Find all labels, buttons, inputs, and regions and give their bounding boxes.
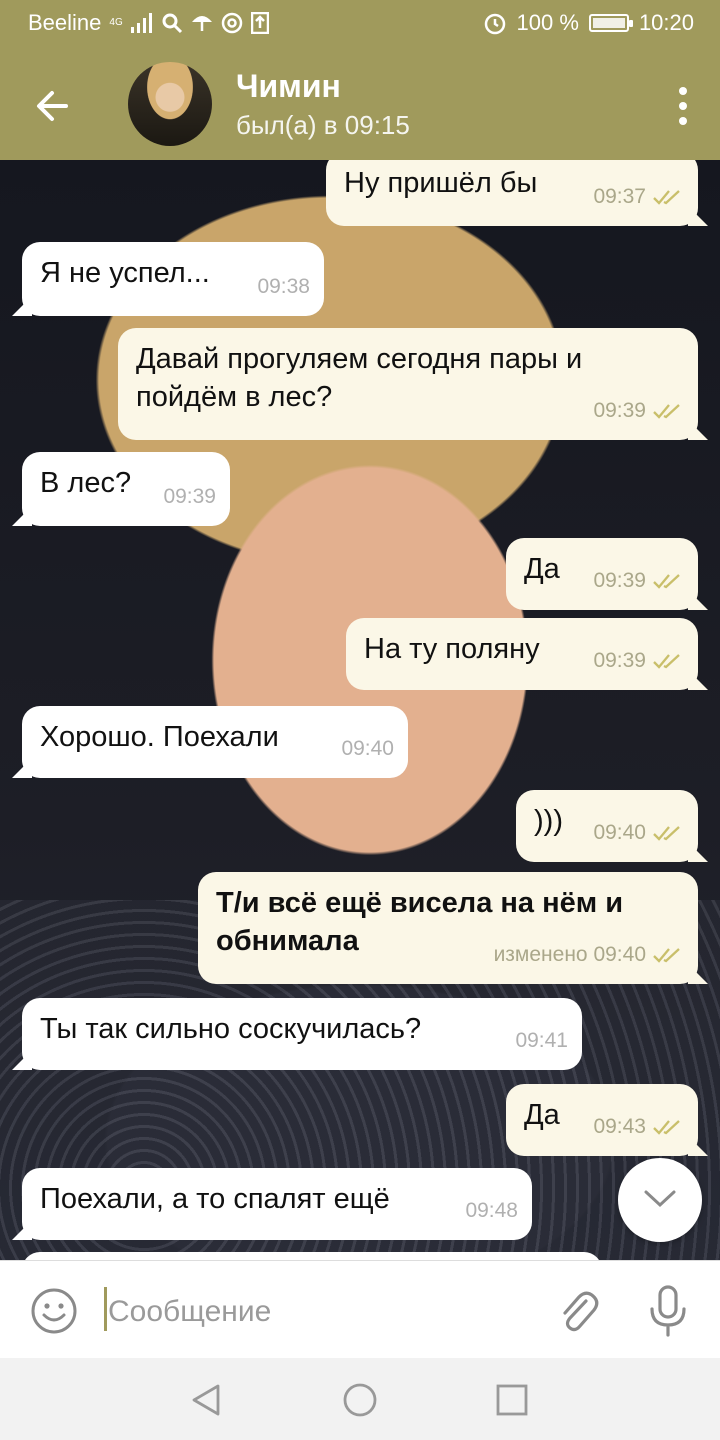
message-time: 09:40 — [341, 737, 394, 760]
double-check-icon — [653, 654, 680, 669]
message-bubble[interactable]: Ты так сильно соскучилась? 09:41 — [22, 998, 582, 1070]
back-arrow-icon[interactable] — [30, 84, 74, 128]
avatar[interactable] — [128, 62, 212, 146]
message-bubble-partial[interactable] — [22, 1252, 602, 1260]
clock: 10:20 — [638, 10, 694, 35]
battery-icon — [588, 14, 633, 32]
alarm-icon — [484, 13, 505, 35]
message-time: изменено 09:40 — [493, 943, 646, 966]
message-text: Хорошо. Поехали — [40, 721, 279, 753]
message-bubble[interactable]: В лес? 09:39 — [22, 452, 230, 526]
nav-recents-icon[interactable] — [494, 1382, 530, 1418]
message-bubble[interactable]: Поехали, а то спалят ещё 09:48 — [22, 1168, 532, 1240]
message-bubble[interactable]: Ну пришёл бы 09:37 — [326, 160, 698, 226]
message-bubble[interactable]: Хорошо. Поехали 09:40 — [22, 706, 408, 778]
message-time: 09:41 — [515, 1029, 568, 1052]
message-text: Поехали, а то спалят ещё — [40, 1183, 390, 1215]
signal-icon — [130, 13, 152, 33]
microphone-icon[interactable] — [648, 1285, 688, 1337]
message-time: 09:39 — [163, 485, 216, 508]
message-bubble[interactable]: Т/и всё ещё висела на нём и обнимала изм… — [198, 872, 698, 984]
double-check-icon — [653, 190, 680, 205]
nav-home-icon[interactable] — [342, 1382, 378, 1418]
message-time: 09:48 — [465, 1199, 518, 1222]
message-bubble[interactable]: Да 09:39 — [506, 538, 698, 610]
status-bar: Beeline 4G 100 % 10:20 — [0, 0, 720, 48]
chat-background[interactable]: Ну пришёл бы 09:37 Я не успел... 09:38 Д… — [0, 160, 720, 1260]
contact-name[interactable]: Чимин — [236, 68, 341, 105]
message-input[interactable] — [106, 1289, 530, 1335]
search-icon — [162, 13, 182, 34]
double-check-icon — [653, 948, 680, 963]
network-type-label: 4G — [109, 17, 123, 28]
message-bubble[interactable]: ))) 09:40 — [516, 790, 698, 862]
message-bubble[interactable]: Я не успел... 09:38 — [22, 242, 324, 316]
system-nav-bar — [0, 1358, 720, 1440]
chat-header: Чимин был(а) в 09:15 — [0, 48, 720, 160]
chevron-down-icon — [644, 1190, 676, 1208]
message-time: 09:39 — [593, 399, 646, 422]
double-check-icon — [653, 574, 680, 589]
message-time: 09:40 — [593, 821, 646, 844]
message-bubble[interactable]: Да 09:43 — [506, 1084, 698, 1156]
message-time: 09:43 — [593, 1115, 646, 1138]
message-text: Ты так сильно соскучилась? — [40, 1013, 422, 1045]
message-composer — [0, 1260, 720, 1359]
last-seen-status: был(а) в 09:15 — [236, 110, 410, 140]
double-check-icon — [653, 1120, 680, 1135]
double-check-icon — [653, 826, 680, 841]
nav-back-icon[interactable] — [188, 1382, 224, 1418]
at-icon — [221, 12, 242, 34]
message-time: 09:39 — [593, 569, 646, 592]
double-check-icon — [653, 404, 680, 419]
message-bubble[interactable]: На ту поляну 09:39 — [346, 618, 698, 690]
scroll-down-button[interactable] — [618, 1158, 702, 1242]
paperclip-icon[interactable] — [556, 1287, 600, 1335]
emoji-icon[interactable] — [30, 1287, 78, 1335]
upload-icon — [250, 12, 269, 34]
message-time: 09:37 — [593, 185, 646, 208]
carrier-label: Beeline — [28, 10, 102, 35]
message-bubble[interactable]: Давай прогуляем сегодня пары и пойдём в … — [118, 328, 698, 440]
umbrella-icon — [191, 16, 212, 31]
battery-percent: 100 % — [516, 10, 579, 35]
message-time: 09:39 — [593, 649, 646, 672]
more-vertical-icon[interactable] — [678, 86, 688, 126]
message-time: 09:38 — [257, 275, 310, 298]
